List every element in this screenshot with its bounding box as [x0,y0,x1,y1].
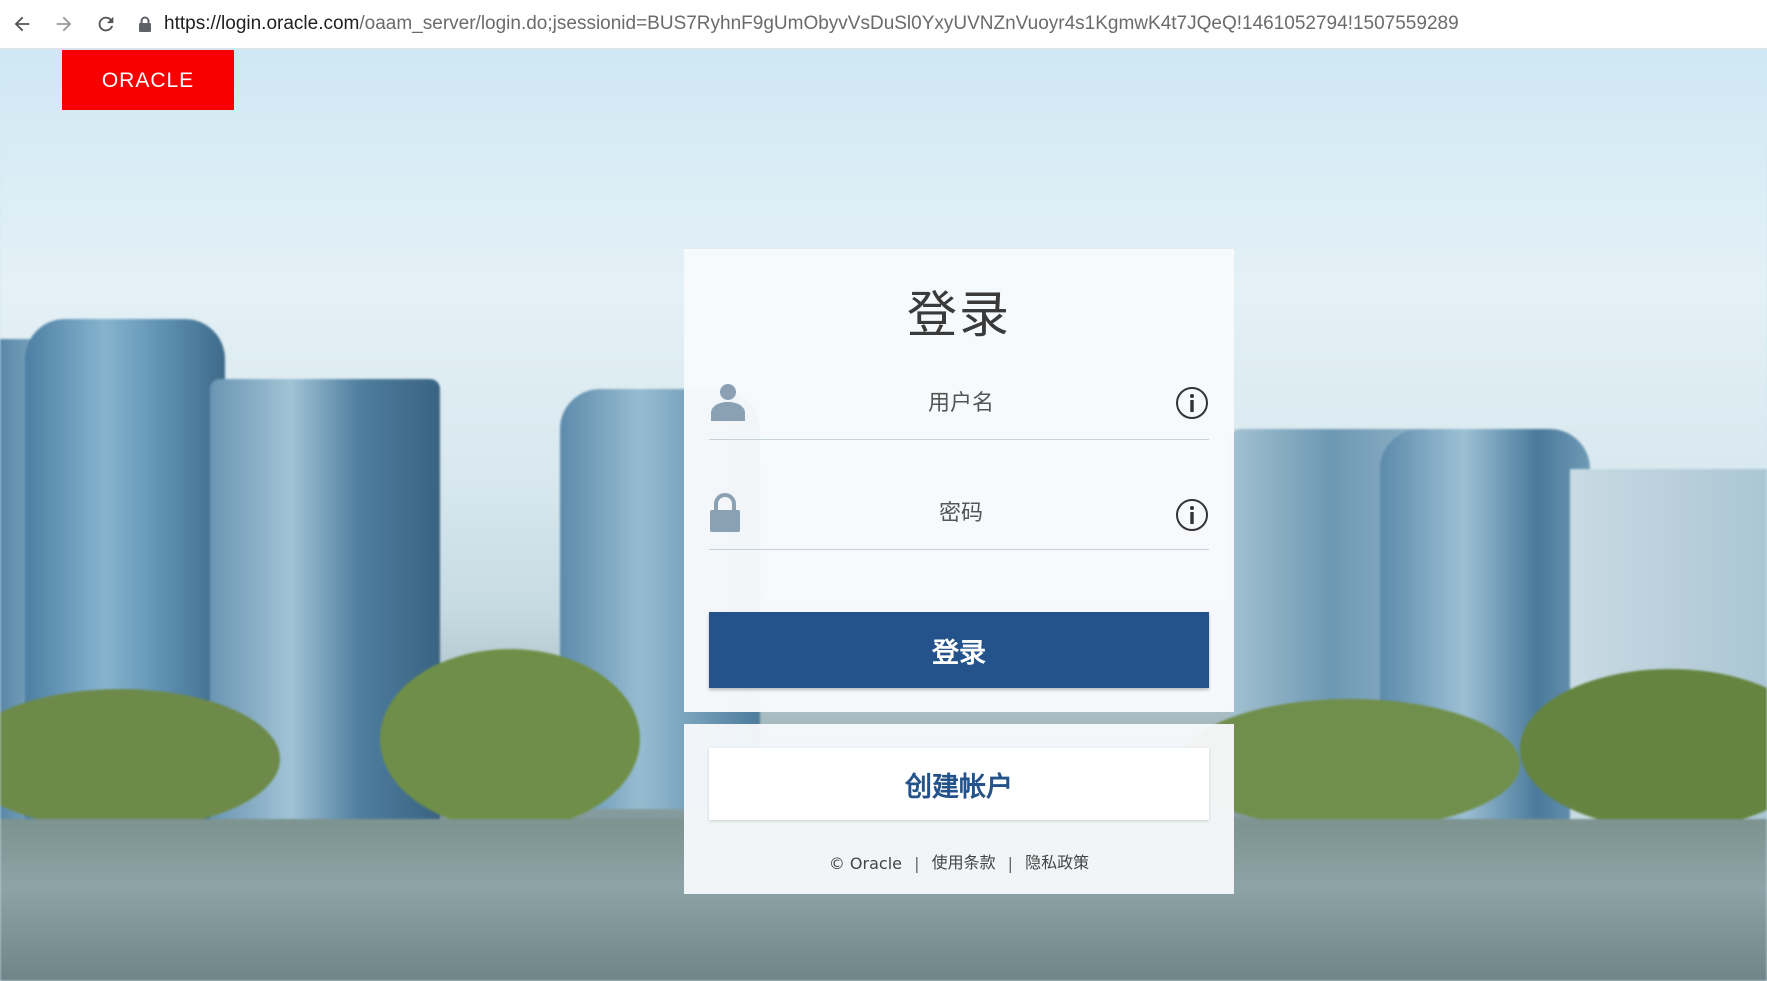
browser-address-bar: https://login.oracle.com/oaam_server/log… [0,0,1767,49]
svg-text:ORACLE: ORACLE [102,69,194,91]
forward-arrow-icon [56,16,72,32]
password-field [709,479,1209,550]
terms-link[interactable]: 使用条款 [932,853,996,872]
lock-icon [710,493,740,532]
forward-button[interactable] [44,4,84,44]
url-bar[interactable]: https://login.oracle.com/oaam_server/log… [138,4,1459,44]
lock-icon [139,16,151,32]
back-arrow-icon [14,16,30,32]
footer-separator: | [1007,854,1014,873]
login-title: 登录 [907,286,1011,344]
footer-links: © Oracle | 使用条款 | 隐私政策 [684,849,1234,873]
user-icon [711,384,745,421]
back-button[interactable] [2,4,42,44]
url-text: https://login.oracle.com/oaam_server/log… [164,13,1459,35]
oracle-wordmark-icon: ORACLE [102,69,194,91]
oracle-logo[interactable]: ORACLE [62,50,234,110]
privacy-link[interactable]: 隐私政策 [1025,853,1089,872]
copyright-text: © Oracle [828,854,902,873]
create-account-panel: 创建帐户 © Oracle | 使用条款 | 隐私政策 [684,724,1234,894]
create-account-button[interactable]: 创建帐户 [709,748,1209,820]
username-field [709,369,1209,440]
password-input[interactable] [769,489,1153,537]
url-path: /oaam_server/login.do;jsessionid=BUS7Ryh… [359,13,1459,34]
info-icon[interactable] [1175,386,1209,420]
username-input[interactable] [769,379,1153,427]
login-button[interactable]: 登录 [709,612,1209,688]
footer-separator: | [914,854,920,873]
reload-button[interactable] [86,4,126,44]
url-host: https://login.oracle.com [164,13,360,34]
login-panel: 登录 登录 [684,249,1234,712]
info-icon[interactable] [1175,498,1209,532]
reload-icon [98,16,114,32]
